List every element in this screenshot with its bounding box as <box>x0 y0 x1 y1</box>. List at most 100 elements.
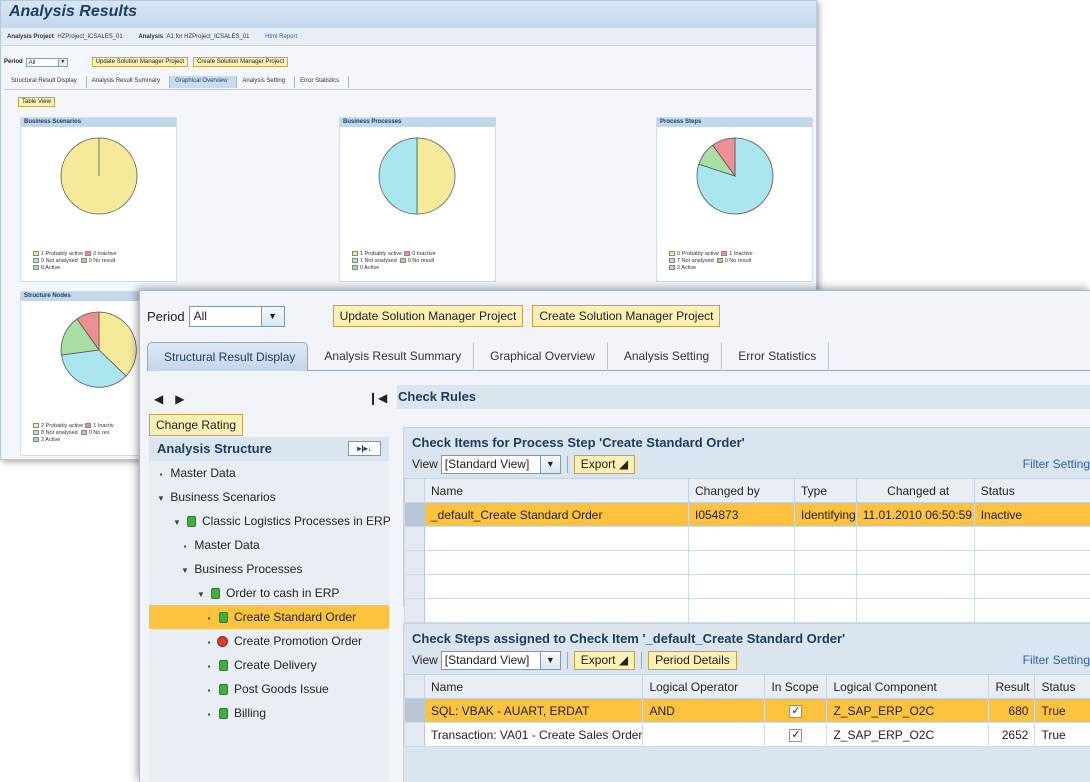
column-header-name[interactable]: Name <box>423 674 644 699</box>
table-row[interactable]: SQL: VBAK - AUART, ERDAT AND ✓ Z_SAP_ERP… <box>404 698 1090 723</box>
table-row[interactable]: _default_Create Standard Order I054873 I… <box>404 502 1090 527</box>
expand-collapse-icon[interactable]: ▸|▸↓ <box>348 441 381 456</box>
screenshot-root: Analysis Results Analysis Project HZProj… <box>0 0 1090 782</box>
bullet-icon: ▪ <box>207 710 211 719</box>
info-bar: Analysis Project HZProject_ICSALES_01 An… <box>1 28 816 46</box>
nav-back-icon[interactable]: ◀ <box>154 392 163 406</box>
column-header-status[interactable]: Status <box>973 478 1090 503</box>
period-details-button[interactable]: Period Details <box>648 650 737 670</box>
bullet-icon: ▪ <box>207 662 211 671</box>
column-header-in-scope[interactable]: In Scope <box>764 674 828 699</box>
view-select[interactable]: [Standard View] ▼ <box>440 650 561 670</box>
html-report-link[interactable]: Html Report <box>265 34 297 40</box>
tree-node-create-standard-order[interactable]: ▪ Create Standard Order <box>149 605 389 629</box>
column-header-status[interactable]: Status <box>1034 674 1090 699</box>
check-items-section: Check Items for Process Step 'Create Sta… <box>403 427 1090 623</box>
filter-link[interactable]: Filter <box>1023 653 1050 667</box>
tree-node-create-delivery[interactable]: ▪ Create Delivery <box>149 653 389 677</box>
table-view-button[interactable]: Table View <box>18 97 55 107</box>
cell-in-scope: ✓ <box>764 698 828 723</box>
period-label: Period <box>147 308 185 324</box>
column-header-changed-at[interactable]: Changed at <box>855 478 975 503</box>
business-processes-panel: Business Processes 1 Probably active 0 In… <box>339 117 496 282</box>
check-rules-header: Check Rules <box>397 385 1090 409</box>
update-solution-manager-button[interactable]: Update Solution Manager Project <box>332 305 524 327</box>
column-header-logical-operator[interactable]: Logical Operator <box>642 674 766 699</box>
tree-node-master-data-sub[interactable]: ▪ Master Data <box>149 533 389 557</box>
view-label: View <box>412 653 438 667</box>
bullet-icon: ▪ <box>207 614 211 623</box>
panel-title: Business Processes <box>340 118 495 127</box>
row-selector[interactable] <box>404 722 425 747</box>
period-select[interactable]: All ▼ <box>25 57 68 67</box>
nav-first-icon[interactable]: ❙◀ <box>368 391 387 405</box>
filter-link[interactable]: Filter <box>1023 457 1050 471</box>
settings-link[interactable]: Settings <box>1053 457 1090 471</box>
status-green-icon <box>219 684 228 695</box>
process-steps-pie <box>696 137 774 215</box>
period-row: Period All ▼ Update Solution Manager Proj… <box>1 54 293 70</box>
tab-analysis-summary[interactable]: Analysis Result Summary <box>308 342 475 371</box>
tab-graphical-overview[interactable]: Graphical Overview <box>474 342 608 371</box>
tree-node-post-goods-issue[interactable]: ▪ Post Goods Issue <box>149 677 389 701</box>
view-select[interactable]: [Standard View] ▼ <box>440 454 561 474</box>
row-selector[interactable] <box>404 502 425 527</box>
cell-name: _default_Create Standard Order <box>424 502 689 527</box>
check-steps-table: Name Logical Operator In Scope Logical C… <box>404 674 1090 747</box>
cell-logical-operator: AND <box>642 698 766 723</box>
tab-graphical-overview[interactable]: Graphical Overview <box>170 76 238 88</box>
expanded-arrow-icon: ▼ <box>157 494 165 503</box>
cell-name: Transaction: VA01 - Create Sales Order <box>423 722 644 747</box>
row-selector-header[interactable] <box>404 478 425 503</box>
status-green-icon <box>219 660 228 671</box>
analysis-value: A1 for HZProject_ICSALES_01 <box>166 34 250 40</box>
tree-node-create-promotion-order[interactable]: ▪ Create Promotion Order <box>149 629 389 653</box>
export-button[interactable]: Export ◢ <box>573 650 636 670</box>
column-header-type[interactable]: Type <box>794 478 857 503</box>
expanded-arrow-icon: ▼ <box>173 518 181 527</box>
tree-node-order-to-cash[interactable]: ▼ Order to cash in ERP <box>149 581 389 605</box>
legend: 1 Probably active 0 Inactive 0 Not analys… <box>33 251 117 272</box>
nav-forward-icon[interactable]: ▶ <box>175 392 184 406</box>
column-header-result[interactable]: Result <box>988 674 1036 699</box>
row-selector-header[interactable] <box>404 674 425 699</box>
tree-node-billing[interactable]: ▪ Billing <box>149 701 389 725</box>
chevron-down-icon: ▼ <box>539 455 560 473</box>
update-solution-manager-button[interactable]: Update Solution Manager Project <box>91 57 189 67</box>
period-select[interactable]: All ▼ <box>188 305 285 327</box>
table-row-empty <box>404 598 1090 623</box>
tab-analysis-setting[interactable]: Analysis Setting <box>608 342 723 371</box>
table-row[interactable]: Transaction: VA01 - Create Sales Order ✓… <box>404 722 1090 747</box>
tree-node-business-scenarios[interactable]: ▼ Business Scenarios <box>149 485 389 509</box>
export-button[interactable]: Export ◢ <box>573 454 636 474</box>
tree-node-classic-logistics[interactable]: ▼ Classic Logistics Processes in ERP <box>149 509 391 533</box>
column-header-logical-component[interactable]: Logical Component <box>826 674 990 699</box>
tree-node-business-processes[interactable]: ▼ Business Processes <box>149 557 389 581</box>
tab-structural-result[interactable]: Structural Result Display <box>6 76 87 88</box>
tab-analysis-summary[interactable]: Analysis Result Summary <box>87 76 171 88</box>
create-solution-manager-button[interactable]: Create Solution Manager Project <box>532 305 721 327</box>
status-error-icon <box>217 636 228 647</box>
settings-link[interactable]: Settings <box>1053 653 1090 667</box>
status-green-icon <box>211 588 220 599</box>
tab-error-statistics[interactable]: Error Statistics <box>722 342 830 371</box>
column-header-name[interactable]: Name <box>424 478 689 503</box>
expanded-arrow-icon: ▼ <box>197 590 205 599</box>
tab-structural-result[interactable]: Structural Result Display <box>147 342 309 371</box>
create-solution-manager-button[interactable]: Create Solution Manager Project <box>193 57 289 67</box>
in-scope-checkbox[interactable]: ✓ <box>789 705 803 718</box>
check-steps-toolbar: View [Standard View] ▼ Export ◢ Period De… <box>404 648 1090 672</box>
row-selector[interactable] <box>404 698 425 723</box>
tab-error-statistics[interactable]: Error Statistics <box>295 76 350 88</box>
column-header-changed-by[interactable]: Changed by <box>688 478 795 503</box>
tree-node-master-data[interactable]: ▪ Master Data <box>149 461 389 485</box>
chevron-down-icon: ▼ <box>539 651 560 669</box>
toolbar-separator <box>641 651 643 669</box>
bullet-icon: ▪ <box>207 638 211 647</box>
change-rating-button[interactable]: Change Rating <box>149 414 244 436</box>
tab-analysis-setting[interactable]: Analysis Setting <box>237 76 296 88</box>
status-green-icon <box>219 708 228 719</box>
period-label: Period <box>4 59 23 65</box>
in-scope-checkbox[interactable]: ✓ <box>789 729 803 742</box>
table-row-empty <box>404 526 1090 551</box>
